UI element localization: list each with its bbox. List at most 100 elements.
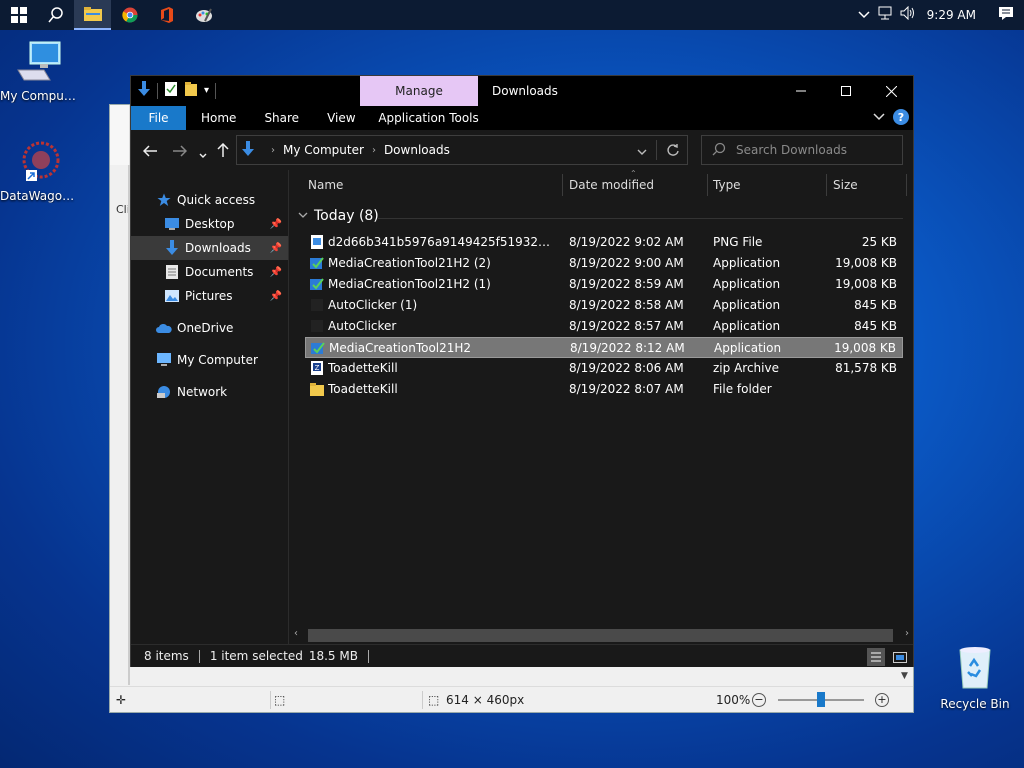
paint-status-bar: ✛ ⬚ ⬚ 614 × 460px 100% − + [110, 686, 913, 712]
table-row[interactable]: AutoClicker (1) 8/19/2022 8:58 AM Applic… [305, 295, 903, 316]
nav-label: Network [177, 385, 228, 399]
column-divider[interactable] [562, 174, 563, 196]
file-type: zip Archive [713, 361, 779, 375]
table-row[interactable]: Z ToadetteKill 8/19/2022 8:06 AM zip Arc… [305, 358, 903, 379]
tab-home[interactable]: Home [186, 106, 250, 130]
sidebar-item-pictures[interactable]: Pictures 📌 [131, 284, 288, 308]
table-row[interactable]: MediaCreationTool21H2 (1) 8/19/2022 8:59… [305, 274, 903, 295]
desktop-icon-label: My Computer [0, 89, 78, 103]
expand-ribbon-icon[interactable] [873, 110, 885, 124]
details-view-button[interactable] [867, 648, 885, 666]
zoom-in-button[interactable]: + [875, 692, 889, 707]
column-header-type[interactable]: Type [713, 170, 741, 200]
nav-quick-access[interactable]: Quick access [131, 188, 288, 212]
quick-access-toolbar: ▾ [137, 81, 217, 100]
large-icons-view-icon [893, 651, 907, 663]
address-row: › My Computer › Downloads [131, 130, 913, 170]
desktop-icon-recycle-bin[interactable]: Recycle Bin [936, 644, 1014, 711]
desktop-icon-label: Recycle Bin [940, 697, 1010, 711]
tab-file[interactable]: File [131, 106, 186, 130]
help-icon[interactable]: ? [893, 109, 909, 125]
sidebar-item-downloads[interactable]: Downloads 📌 [131, 236, 288, 260]
sidebar-item-network[interactable]: Network [131, 380, 288, 404]
item-count: 8 items [144, 649, 189, 663]
column-divider[interactable] [906, 174, 907, 196]
close-button[interactable] [868, 76, 914, 106]
back-button[interactable] [142, 142, 157, 161]
file-name: AutoClicker [328, 319, 397, 333]
file-name: AutoClicker (1) [328, 298, 418, 312]
group-header[interactable]: Today (8) [298, 208, 379, 224]
paint-scroll-down-icon[interactable]: ▼ [896, 667, 913, 685]
refresh-icon[interactable] [667, 143, 679, 160]
windows-start-icon[interactable] [0, 0, 37, 30]
address-dropdown-icon[interactable] [637, 145, 647, 159]
search-icon[interactable] [37, 0, 74, 30]
chevron-up-icon[interactable] [853, 8, 875, 23]
pin-icon[interactable]: 📌 [270, 243, 282, 254]
tab-application-tools[interactable]: Application Tools [370, 106, 488, 130]
taskbar-clock[interactable]: 9:29 AM [919, 8, 988, 22]
properties-icon[interactable] [164, 81, 178, 100]
divider [270, 690, 271, 709]
table-row[interactable]: MediaCreationTool21H2 (2) 8/19/2022 9:00… [305, 253, 903, 274]
paint-icon[interactable] [185, 0, 222, 30]
desktop-icon-datawagon[interactable]: DataWagon... [0, 140, 78, 203]
sidebar-item-my-computer[interactable]: My Computer [131, 348, 288, 372]
table-row[interactable]: ToadetteKill 8/19/2022 8:07 AM File fold… [305, 379, 903, 400]
png-file-icon [311, 235, 323, 249]
breadcrumb-my-computer[interactable]: My Computer [283, 143, 364, 157]
new-folder-icon[interactable] [184, 81, 198, 100]
file-date: 8/19/2022 8:58 AM [569, 298, 684, 312]
maximize-button[interactable] [823, 76, 869, 106]
column-header-name[interactable]: Name [308, 170, 343, 200]
sidebar-item-onedrive[interactable]: OneDrive [131, 316, 288, 340]
divider [656, 140, 657, 160]
pin-icon[interactable]: 📌 [270, 219, 282, 230]
pin-icon[interactable]: 📌 [270, 267, 282, 278]
scrollbar-thumb[interactable] [308, 629, 893, 642]
large-icons-view-button[interactable] [891, 648, 909, 666]
file-explorer-icon[interactable] [74, 0, 111, 30]
zoom-out-button[interactable]: − [752, 692, 766, 707]
column-header-size[interactable]: Size [833, 170, 858, 200]
up-button[interactable] [217, 142, 229, 161]
table-row[interactable]: AutoClicker 8/19/2022 8:57 AM Applicatio… [305, 316, 903, 337]
minimize-button[interactable] [778, 76, 824, 106]
zoom-slider-thumb[interactable] [817, 692, 825, 707]
table-row[interactable]: d2d66b341b5976a9149425f5193279187f0c... … [305, 232, 903, 253]
notification-icon[interactable] [988, 6, 1024, 25]
customize-toolbar-icon[interactable]: ▾ [204, 85, 209, 96]
sidebar-item-documents[interactable]: Documents 📌 [131, 260, 288, 284]
scroll-left-icon[interactable]: ‹ [294, 628, 298, 639]
tab-view[interactable]: View [313, 106, 369, 130]
pin-icon[interactable]: 📌 [270, 291, 282, 302]
breadcrumb-downloads[interactable]: Downloads [384, 143, 450, 157]
scroll-right-icon[interactable]: › [905, 628, 909, 639]
file-size: 19,008 KB [835, 277, 897, 291]
search-input[interactable] [736, 143, 896, 157]
desktop-icon-my-computer[interactable]: My Computer [0, 40, 78, 103]
manage-tab[interactable]: Manage [360, 76, 478, 106]
nav-label: Documents [185, 265, 254, 279]
tab-share[interactable]: Share [250, 106, 313, 130]
volume-icon[interactable] [897, 5, 919, 24]
network-icon[interactable] [875, 6, 897, 24]
forward-button[interactable] [173, 142, 188, 161]
folder-icon [310, 383, 324, 396]
column-divider[interactable] [707, 174, 708, 196]
horizontal-scrollbar[interactable]: ‹ › [290, 627, 913, 644]
maximize-icon [841, 86, 851, 96]
recent-locations-button[interactable] [199, 144, 207, 163]
address-bar[interactable]: › My Computer › Downloads [236, 135, 688, 165]
divider [157, 82, 158, 99]
sidebar-item-desktop[interactable]: Desktop 📌 [131, 212, 288, 236]
system-tray: 9:29 AM [853, 0, 1024, 30]
column-divider[interactable] [826, 174, 827, 196]
file-list: Name Date modified ⌃ Type Size Today (8)… [290, 169, 913, 644]
chrome-icon[interactable] [111, 0, 148, 30]
office-icon[interactable] [148, 0, 185, 30]
table-row-selected[interactable]: MediaCreationTool21H2 8/19/2022 8:12 AM … [305, 337, 903, 358]
column-header-date-modified[interactable]: Date modified [569, 170, 654, 200]
file-date: 8/19/2022 9:02 AM [569, 235, 684, 249]
